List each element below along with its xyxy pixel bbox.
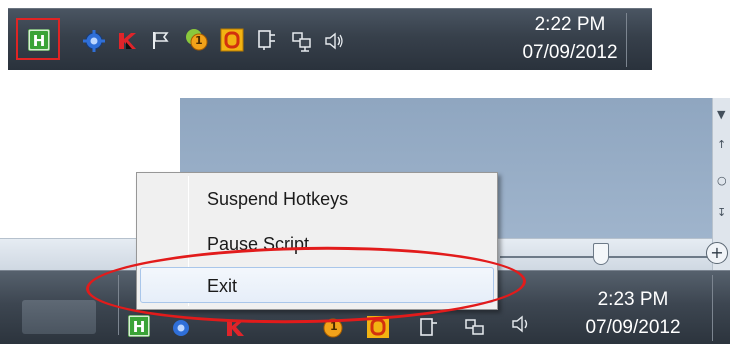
zoom-in-button[interactable]: +	[706, 242, 728, 264]
autohotkey-icon[interactable]: H	[127, 314, 151, 338]
power-plug-icon[interactable]	[418, 317, 440, 339]
update-badge-count: 1	[195, 34, 203, 47]
speaker-icon[interactable]	[323, 30, 345, 52]
top-taskbar-tray: H 1 2:22 PM 07/09/2012	[8, 8, 652, 70]
taskbar-app-button[interactable]	[22, 300, 96, 334]
office-icon[interactable]	[220, 28, 244, 52]
flag-icon[interactable]	[150, 29, 172, 51]
speaker-icon[interactable]	[510, 313, 532, 335]
bottom-clock-time: 2:23 PM	[597, 289, 669, 310]
bottom-clock[interactable]: 2:23 PM 07/09/2012	[574, 286, 692, 342]
kaspersky-icon[interactable]	[116, 30, 138, 52]
gear-icon[interactable]	[83, 30, 105, 52]
bottom-divider-right	[712, 275, 713, 341]
update-badge-icon[interactable]: 1	[184, 27, 210, 53]
show-desktop-divider	[626, 13, 627, 67]
top-clock-date: 07/09/2012	[522, 42, 618, 63]
zoom-slider-thumb[interactable]	[593, 243, 609, 265]
svg-text:H: H	[133, 318, 146, 336]
autohotkey-highlight-box	[16, 18, 60, 60]
network-icon[interactable]	[291, 30, 313, 52]
bottom-clock-date: 07/09/2012	[585, 317, 681, 338]
gear-icon[interactable]	[170, 317, 192, 339]
power-plug-icon[interactable]	[256, 29, 278, 51]
top-clock-time: 2:22 PM	[534, 14, 606, 35]
network-icon[interactable]	[464, 317, 486, 339]
top-clock[interactable]: 2:22 PM 07/09/2012	[508, 11, 632, 67]
scroll-down-icon[interactable]: ▼	[717, 108, 725, 121]
ring-icon[interactable]: ○	[717, 174, 727, 187]
menu-item-suspend-hotkeys[interactable]: Suspend Hotkeys	[140, 180, 494, 216]
scroll-bottom-icon[interactable]: ↧	[717, 206, 726, 219]
scroll-up-icon[interactable]: ↑	[717, 138, 726, 151]
